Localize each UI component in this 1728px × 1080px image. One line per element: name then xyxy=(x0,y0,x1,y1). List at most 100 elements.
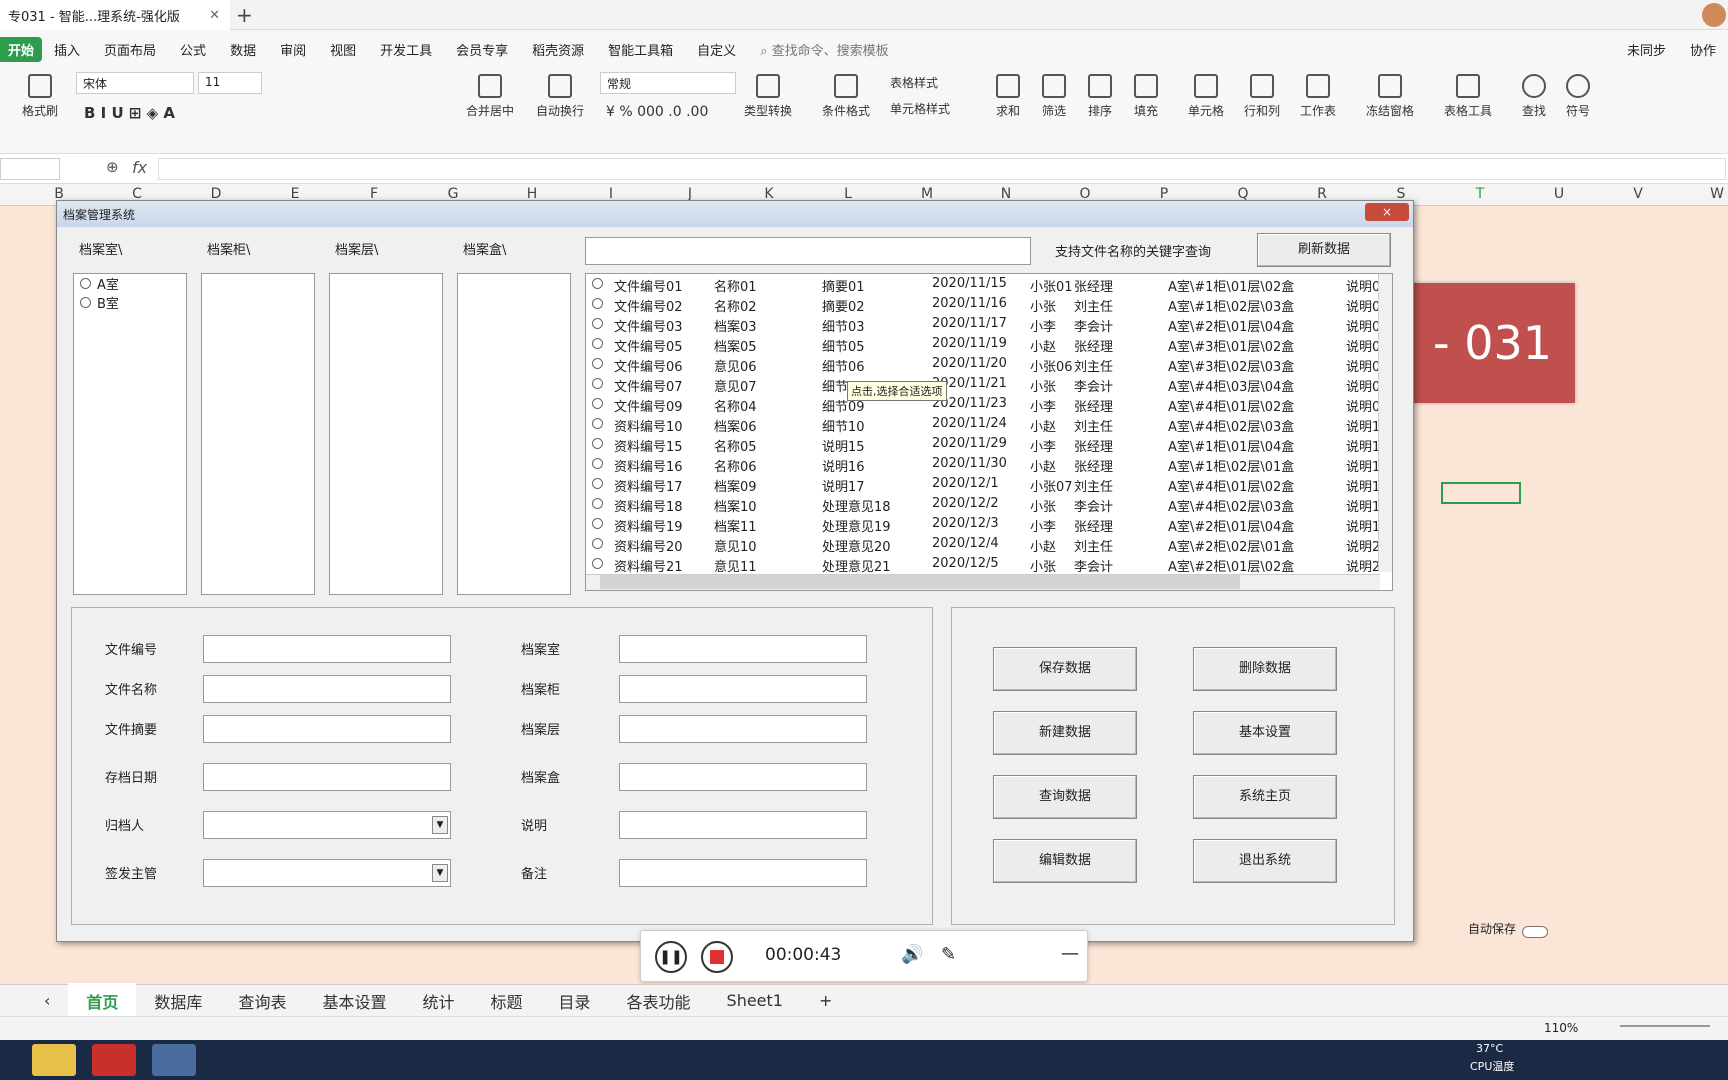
find-button[interactable]: 查找 xyxy=(1522,74,1546,119)
col-header[interactable]: U xyxy=(1549,186,1569,202)
radio-icon[interactable] xyxy=(592,318,603,329)
table-row[interactable]: 文件编号03 档案03 细节03 2020/11/17 小李 李会计 A室\#2柜\01层\… xyxy=(586,314,1380,335)
avatar[interactable] xyxy=(1702,3,1726,27)
field-input[interactable] xyxy=(203,675,451,703)
menu-resource[interactable]: 稻壳资源 xyxy=(520,40,596,59)
table-row[interactable]: 资料编号18 档案10 处理意见18 2020/12/2 小张 李会计 A室\#4柜\02层… xyxy=(586,494,1380,515)
sheet-tab[interactable]: 各表功能 xyxy=(609,989,709,1013)
cell-button[interactable]: 单元格 xyxy=(1188,74,1224,119)
field-input[interactable] xyxy=(619,811,867,839)
name-box[interactable] xyxy=(0,158,60,180)
col-header[interactable]: V xyxy=(1628,186,1648,202)
field-input[interactable] xyxy=(619,763,867,791)
cond-format-button[interactable]: 条件格式 xyxy=(822,74,870,119)
field-input[interactable] xyxy=(619,715,867,743)
command-search[interactable]: ⌕ 查找命令、搜索模板 xyxy=(748,40,900,59)
sum-button[interactable]: 求和 xyxy=(996,74,1020,119)
radio-icon[interactable] xyxy=(592,378,603,389)
sheet-nav-icon[interactable]: ‹ xyxy=(26,991,68,1010)
col-header-selected[interactable]: T xyxy=(1470,186,1490,202)
layer-list[interactable] xyxy=(329,273,443,595)
table-row[interactable]: 资料编号19 档案11 处理意见19 2020/12/3 小李 张经理 A室\#2柜\01层… xyxy=(586,514,1380,535)
number-format-select[interactable]: 常规 xyxy=(600,72,736,94)
menu-view[interactable]: 视图 xyxy=(318,40,368,59)
new-tab-icon[interactable]: + xyxy=(236,3,253,27)
box-list[interactable] xyxy=(457,273,571,595)
menu-smart-tools[interactable]: 智能工具箱 xyxy=(596,40,685,59)
menu-custom[interactable]: 自定义 xyxy=(685,40,748,59)
menu-review[interactable]: 审阅 xyxy=(268,40,318,59)
currency-icon[interactable]: ¥ % 000 .0 .00 xyxy=(606,104,708,120)
formula-input[interactable] xyxy=(158,158,1726,180)
menu-formula[interactable]: 公式 xyxy=(168,40,218,59)
format-painter-button[interactable]: 格式刷 xyxy=(22,74,58,119)
room-list[interactable]: A室 B室 xyxy=(73,273,187,595)
field-input[interactable] xyxy=(203,715,451,743)
symbol-button[interactable]: 符号 xyxy=(1566,74,1590,119)
radio-icon[interactable] xyxy=(592,298,603,309)
table-row[interactable]: 资料编号17 档案09 说明17 2020/12/1 小张07 刘主任 A室\#4柜\01层… xyxy=(586,474,1380,495)
col-header[interactable]: W xyxy=(1707,186,1727,202)
menu-data[interactable]: 数据 xyxy=(218,40,268,59)
field-input[interactable] xyxy=(619,675,867,703)
list-item[interactable]: A室 xyxy=(74,274,186,293)
table-row[interactable]: 文件编号05 档案05 细节05 2020/11/19 小赵 张经理 A室\#3柜\01层\… xyxy=(586,334,1380,355)
font-size-select[interactable]: 11 xyxy=(198,72,262,94)
table-style-button[interactable]: 表格样式 xyxy=(890,74,938,91)
app-icon[interactable] xyxy=(152,1044,196,1076)
table-row[interactable]: 资料编号16 名称06 说明16 2020/11/30 小赵 张经理 A室\#1柜\02层\… xyxy=(586,454,1380,475)
font-name-select[interactable]: 宋体 xyxy=(76,72,194,94)
sheet-tab[interactable]: Sheet1 xyxy=(709,991,801,1010)
sort-button[interactable]: 排序 xyxy=(1088,74,1112,119)
field-input[interactable]: ▼ xyxy=(203,811,451,839)
document-tab[interactable]: 专031 - 智能...理系统-强化版 ✕ xyxy=(0,0,230,30)
action-button[interactable]: 新建数据 xyxy=(993,711,1137,755)
menu-dev[interactable]: 开发工具 xyxy=(368,40,444,59)
merge-button[interactable]: 合并居中 xyxy=(466,74,514,119)
fill-button[interactable]: 填充 xyxy=(1134,74,1158,119)
field-input[interactable]: ▼ xyxy=(203,859,451,887)
horizontal-scrollbar[interactable] xyxy=(586,574,1380,590)
menu-layout[interactable]: 页面布局 xyxy=(92,40,168,59)
field-input[interactable] xyxy=(619,635,867,663)
add-sheet-icon[interactable]: + xyxy=(801,991,850,1010)
table-row[interactable]: 文件编号02 名称02 摘要02 2020/11/16 小张 刘主任 A室\#1柜\02层\… xyxy=(586,294,1380,315)
radio-icon[interactable] xyxy=(592,398,603,409)
sheet-tab[interactable]: 数据库 xyxy=(136,989,220,1013)
field-input[interactable] xyxy=(203,635,451,663)
speaker-icon[interactable]: 🔊 xyxy=(901,944,923,965)
radio-icon[interactable] xyxy=(592,438,603,449)
records-list[interactable]: 文件编号01 名称01 摘要01 2020/11/15 小张01 张经理 A室\#1柜\01… xyxy=(585,273,1393,591)
chevron-down-icon[interactable]: ▼ xyxy=(432,864,448,882)
zoom-slider[interactable] xyxy=(1620,1025,1710,1027)
action-button[interactable]: 保存数据 xyxy=(993,647,1137,691)
radio-icon[interactable] xyxy=(592,538,603,549)
pause-icon[interactable]: ❚❚ xyxy=(655,941,687,973)
autosave-toggle[interactable] xyxy=(1522,926,1548,938)
action-button[interactable]: 删除数据 xyxy=(1193,647,1337,691)
sheet-tab[interactable]: 基本设置 xyxy=(304,989,404,1013)
radio-icon[interactable] xyxy=(592,498,603,509)
cell-style-button[interactable]: 单元格样式 xyxy=(890,100,950,117)
menu-member[interactable]: 会员专享 xyxy=(444,40,520,59)
collab-button[interactable]: 协作 xyxy=(1678,40,1728,59)
sync-status[interactable]: 未同步 xyxy=(1615,40,1678,59)
radio-icon[interactable] xyxy=(592,518,603,529)
sheet-tab[interactable]: 统计 xyxy=(404,989,472,1013)
radio-icon[interactable] xyxy=(592,458,603,469)
radio-icon[interactable] xyxy=(592,478,603,489)
minimize-icon[interactable]: — xyxy=(1061,943,1079,964)
sheet-tab[interactable]: 标题 xyxy=(472,989,540,1013)
bold-icon[interactable]: B I U ⊞ ◈ A xyxy=(84,104,175,122)
filter-button[interactable]: 筛选 xyxy=(1042,74,1066,119)
radio-icon[interactable] xyxy=(80,297,91,308)
radio-icon[interactable] xyxy=(592,558,603,569)
menu-insert[interactable]: 插入 xyxy=(42,40,92,59)
close-tab-icon[interactable]: ✕ xyxy=(209,8,220,23)
worksheet-button[interactable]: 工作表 xyxy=(1300,74,1336,119)
table-tools-button[interactable]: 表格工具 xyxy=(1444,74,1492,119)
menu-start[interactable]: 开始 xyxy=(0,36,43,62)
field-input[interactable] xyxy=(619,859,867,887)
sheet-tab[interactable]: 目录 xyxy=(541,989,609,1013)
freeze-button[interactable]: 冻结窗格 xyxy=(1366,74,1414,119)
